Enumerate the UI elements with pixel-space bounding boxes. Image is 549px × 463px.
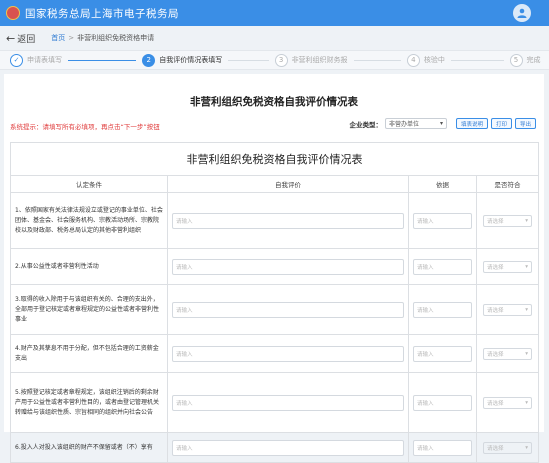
- condition-text: 6.投入人对投入该组织的财产不保留或者（不）享有: [10, 432, 168, 463]
- chevron-down-icon: ▾: [525, 444, 528, 451]
- print-button[interactable]: 打印: [490, 118, 512, 129]
- basis-input[interactable]: 请输入: [413, 345, 472, 362]
- compliance-select[interactable]: 请选择 ▾: [483, 303, 532, 316]
- table-row: 6.投入人对投入该组织的财产不保留或者（不）享有 请输入 请输入 请选择 ▾: [10, 432, 539, 463]
- basis-input[interactable]: 请输入: [413, 394, 472, 411]
- enterprise-type-label: 企业类型：: [349, 120, 382, 129]
- chevron-down-icon: ▾: [525, 306, 528, 313]
- table-row: 2.从事公益性或者非营利性活动 请输入 请输入 请选择 ▾: [10, 248, 539, 285]
- table-row: 3.取得的收入除用于与该组织有关的、合理的支出外，全部用于登记核定或者章程规定的…: [10, 284, 539, 335]
- basis-input[interactable]: 请输入: [413, 439, 472, 456]
- self-evaluation-input[interactable]: 请输入: [172, 258, 404, 275]
- compliance-select[interactable]: 请选择 ▾: [483, 396, 532, 409]
- compliance-select-placeholder: 请选择: [487, 351, 504, 358]
- condition-text: 5.按照登记核定或者章程规定，该组织注销后的剩余财产用于公益性或者非营利性目的，…: [10, 372, 168, 433]
- back-button[interactable]: ← 返回: [6, 32, 35, 45]
- breadcrumb-separator: >: [68, 34, 75, 42]
- condition-text: 3.取得的收入除用于与该组织有关的、合理的支出外，全部用于登记核定或者章程规定的…: [10, 284, 168, 335]
- step-number: 4: [406, 53, 420, 67]
- user-avatar[interactable]: [513, 4, 531, 22]
- enterprise-type-select[interactable]: 非营办单位 ▾: [384, 118, 447, 129]
- step-label: 完成: [526, 56, 541, 64]
- user-icon: [517, 8, 527, 18]
- self-evaluation-input[interactable]: 请输入: [172, 439, 404, 456]
- compliance-select-placeholder: 请选择: [487, 445, 504, 452]
- compliance-select-placeholder: 请选择: [487, 307, 504, 314]
- back-arrow-icon: ←: [6, 31, 16, 45]
- step-number: 3: [274, 53, 288, 67]
- enterprise-type-filter: 企业类型： 非营办单位 ▾ 填表说明 打印 导出: [349, 118, 536, 129]
- chevron-down-icon: ▾: [525, 399, 528, 406]
- site-title: 国家税务总局上海市电子税务局: [25, 7, 179, 20]
- step-4: 4 核验中: [406, 53, 510, 67]
- self-evaluation-input[interactable]: 请输入: [172, 212, 404, 229]
- progress-steps: ✓ 申请表填写 2 自我评价情况表填写 3 非营利组织财务报 4 核验中 5 完…: [0, 50, 549, 70]
- header-basis: 依据: [408, 175, 477, 193]
- step-label: 自我评价情况表填写: [159, 56, 223, 64]
- self-evaluation-table: 非营利组织免税资格自我评价情况表 认定条件 自我评价 依据 是否符合 1、依照国…: [10, 142, 539, 463]
- compliance-select-placeholder: 请选择: [487, 218, 504, 225]
- table-title: 非营利组织免税资格自我评价情况表: [10, 142, 539, 176]
- basis-input[interactable]: 请输入: [413, 258, 472, 275]
- step-2: 2 自我评价情况表填写: [142, 53, 274, 67]
- compliance-select[interactable]: 请选择 ▾: [483, 260, 532, 273]
- self-evaluation-input[interactable]: 请输入: [172, 394, 404, 411]
- header-condition: 认定条件: [10, 175, 168, 193]
- chevron-down-icon: ▾: [525, 350, 528, 357]
- breadcrumb-current: 非营利组织免税资格申请: [77, 34, 155, 42]
- table-row: 1、依照国家有关法律法规设立或登记的事业单位、社会团体、基金会、社会服务机构、宗…: [10, 192, 539, 249]
- page-title: 非营利组织免税资格自我评价情况表: [190, 96, 358, 108]
- compliance-select[interactable]: 请选择 ▾: [483, 214, 532, 227]
- tax-emblem-logo: [6, 6, 20, 20]
- table-row: 5.按照登记核定或者章程规定，该组织注销后的剩余财产用于公益性或者非营利性目的，…: [10, 372, 539, 433]
- compliance-select-placeholder: 请选择: [487, 264, 504, 271]
- header-compliance: 是否符合: [476, 175, 539, 193]
- basis-input[interactable]: 请输入: [413, 212, 472, 229]
- step-connector: [228, 59, 269, 61]
- system-hint: 系统提示：请填写所有必填项，再点击“下一步”按钮: [10, 123, 160, 131]
- step-connector: [450, 59, 504, 61]
- compliance-select-placeholder: 请选择: [487, 400, 504, 407]
- condition-text: 2.从事公益性或者非营利性活动: [10, 248, 168, 285]
- top-header: 国家税务总局上海市电子税务局: [0, 0, 549, 26]
- basis-input[interactable]: 请输入: [413, 301, 472, 318]
- chevron-down-icon: ▾: [525, 217, 528, 224]
- step-number: 2: [142, 53, 156, 67]
- self-evaluation-input[interactable]: 请输入: [172, 345, 404, 362]
- condition-text: 4.财产及其孳息不用于分配，但不包括合理的工资薪金支出: [10, 334, 168, 373]
- form-card: 非营利组织免税资格自我评价情况表 系统提示：请填写所有必填项，再点击“下一步”按…: [4, 74, 544, 463]
- table-row: 4.财产及其孳息不用于分配，但不包括合理的工资薪金支出 请输入 请输入 请选择 ▾: [10, 334, 539, 373]
- step-label: 申请表填写: [27, 56, 62, 64]
- step-label: 核验中: [423, 56, 445, 64]
- step-1: ✓ 申请表填写: [10, 53, 142, 67]
- self-evaluation-input[interactable]: 请输入: [172, 301, 404, 318]
- step-5: 5 完成: [509, 53, 549, 67]
- compliance-select[interactable]: 请选择 ▾: [483, 347, 532, 360]
- step-number: 5: [509, 53, 523, 67]
- chevron-down-icon: ▾: [525, 263, 528, 270]
- chevron-down-icon: ▾: [439, 120, 443, 127]
- back-label: 返回: [17, 34, 36, 45]
- export-button[interactable]: 导出: [514, 118, 536, 129]
- step-3: 3 非营利组织财务报: [274, 53, 407, 67]
- enterprise-type-value: 非营办单位: [388, 121, 419, 128]
- fill-instructions-button[interactable]: 填表说明: [455, 118, 488, 129]
- step-check-icon: ✓: [10, 53, 23, 67]
- header-self-evaluation: 自我评价: [167, 175, 409, 193]
- breadcrumb-bar: ← 返回 首页 > 非营利组织免税资格申请: [0, 26, 549, 50]
- compliance-select[interactable]: 请选择 ▾: [483, 441, 532, 454]
- condition-text: 1、依照国家有关法律法规设立或登记的事业单位、社会团体、基金会、社会服务机构、宗…: [10, 192, 168, 249]
- step-label: 非营利组织财务报: [291, 56, 348, 64]
- breadcrumb-home-link[interactable]: 首页: [51, 33, 65, 43]
- step-connector: [353, 59, 401, 61]
- step-connector: [68, 59, 137, 61]
